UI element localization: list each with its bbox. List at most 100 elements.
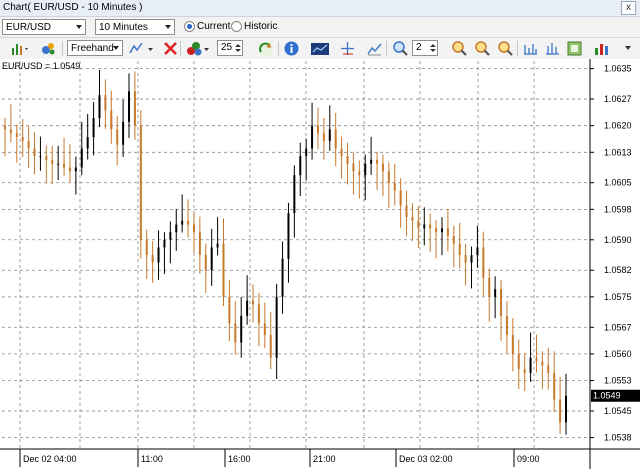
candle-body bbox=[63, 163, 66, 168]
toolbar-tools: Freehand 25 2 bbox=[0, 38, 640, 60]
zoom-stepper[interactable]: 2 bbox=[412, 40, 438, 56]
refresh-icon[interactable] bbox=[257, 40, 274, 57]
template-icon[interactable] bbox=[566, 40, 583, 57]
candle-body bbox=[216, 243, 219, 248]
candle-body bbox=[387, 171, 390, 183]
candle-body bbox=[535, 357, 538, 362]
delete-icon[interactable] bbox=[162, 40, 179, 57]
candle-body bbox=[541, 361, 544, 366]
zoom-fit-icon[interactable] bbox=[497, 40, 514, 57]
volume-icon[interactable] bbox=[593, 40, 610, 57]
candle-body bbox=[435, 228, 438, 233]
toolbar-divider bbox=[278, 41, 279, 56]
info-icon[interactable] bbox=[283, 40, 300, 57]
candle-body bbox=[476, 247, 479, 255]
candle-body bbox=[381, 163, 384, 172]
candle-body bbox=[299, 156, 302, 176]
candle-body bbox=[263, 323, 266, 335]
candle-body bbox=[464, 255, 467, 263]
y-tick-label: 1.0590 bbox=[604, 235, 632, 245]
candle-body bbox=[500, 289, 503, 316]
drawing-mode-select[interactable]: Freehand bbox=[67, 40, 123, 56]
crosshair-icon[interactable] bbox=[339, 40, 356, 57]
x-tick-label: 16:00 bbox=[228, 454, 251, 464]
window-title: Chart( EUR/USD - 10 Minutes ) bbox=[3, 2, 143, 13]
candle-body bbox=[393, 182, 396, 191]
candle-body bbox=[376, 159, 379, 164]
candle-body bbox=[234, 323, 237, 343]
chart-background bbox=[0, 59, 640, 472]
zoom-out-icon[interactable] bbox=[474, 40, 491, 57]
chevron-down-icon[interactable] bbox=[430, 49, 436, 52]
candle-body bbox=[116, 129, 119, 145]
chevron-down-icon bbox=[76, 25, 82, 29]
scale-icon[interactable] bbox=[522, 40, 539, 57]
close-button[interactable]: x bbox=[621, 1, 636, 15]
y-tick-label: 1.0635 bbox=[604, 64, 632, 74]
color-palette-icon[interactable] bbox=[186, 40, 212, 57]
candle-body bbox=[257, 304, 260, 324]
candle-body bbox=[346, 156, 349, 164]
y-tick-label: 1.0598 bbox=[604, 204, 632, 214]
chart-canvas[interactable]: 1.0635 1.0627 1.0620 1.0613 1.0605 1.0598 1.05… bbox=[0, 59, 640, 472]
bar-chart-icon[interactable] bbox=[10, 40, 28, 57]
y-tick-label: 1.0627 bbox=[604, 94, 632, 104]
candle-body bbox=[275, 296, 278, 358]
radio-current[interactable] bbox=[184, 21, 195, 32]
timeframe-select[interactable]: 10 Minutes bbox=[95, 19, 175, 35]
y-tick-label: 1.0553 bbox=[604, 376, 632, 386]
candle-body bbox=[57, 163, 60, 165]
candle-body bbox=[240, 315, 243, 343]
candle-body bbox=[446, 228, 449, 236]
candle-body bbox=[547, 365, 550, 373]
candle-body bbox=[198, 232, 201, 255]
zoom-icon[interactable] bbox=[392, 40, 409, 57]
chevron-down-icon[interactable] bbox=[622, 40, 636, 57]
trendline-icon[interactable] bbox=[366, 40, 383, 57]
chevron-up-icon[interactable] bbox=[430, 44, 436, 47]
line-width-stepper[interactable]: 25 bbox=[217, 40, 243, 56]
candle-body bbox=[169, 232, 172, 240]
chart-type-icon[interactable] bbox=[310, 40, 330, 57]
symbol-select[interactable]: EUR/USD bbox=[2, 19, 86, 35]
y-tick-label: 1.0620 bbox=[604, 121, 632, 131]
x-tick-label: Dec 03 02:00 bbox=[399, 454, 453, 464]
candle-body bbox=[68, 167, 71, 172]
candle-body bbox=[122, 121, 125, 145]
x-tick-label: 11:00 bbox=[141, 454, 163, 464]
candle-body bbox=[505, 315, 508, 335]
price-chart[interactable]: 1.0635 1.0627 1.0620 1.0613 1.0605 1.0598 1.05… bbox=[0, 59, 640, 472]
candle-body bbox=[488, 277, 491, 297]
drawing-mode-value: Freehand bbox=[71, 43, 114, 54]
candle-body bbox=[559, 399, 562, 423]
candle-body bbox=[175, 224, 178, 233]
drawing-tool-icon[interactable] bbox=[128, 40, 156, 57]
chevron-up-icon[interactable] bbox=[235, 44, 241, 47]
title-bar: Chart( EUR/USD - 10 Minutes ) x bbox=[0, 0, 640, 17]
radio-historic[interactable] bbox=[231, 21, 242, 32]
candle-body bbox=[352, 163, 355, 172]
candle-body bbox=[358, 171, 361, 176]
candle-body bbox=[181, 220, 184, 225]
scale-icon[interactable] bbox=[544, 40, 561, 57]
candle-body bbox=[15, 133, 18, 138]
candle-body bbox=[157, 247, 160, 263]
candle-body bbox=[51, 159, 54, 164]
candle-body bbox=[151, 255, 154, 263]
candle-body bbox=[334, 129, 337, 149]
indicators-icon[interactable] bbox=[40, 40, 57, 57]
toolbar-top: EUR/USD 10 Minutes Current Historic bbox=[0, 17, 640, 38]
candle-body bbox=[133, 91, 136, 126]
candle-body bbox=[553, 372, 556, 400]
candle-body bbox=[45, 156, 48, 160]
candle-body bbox=[252, 300, 255, 305]
candle-body bbox=[429, 224, 432, 229]
y-tick-label: 1.0582 bbox=[604, 265, 632, 275]
zoom-in-icon[interactable] bbox=[451, 40, 468, 57]
candle-body bbox=[411, 216, 414, 221]
symbol-value: EUR/USD bbox=[6, 22, 52, 33]
y-tick-label: 1.0567 bbox=[604, 322, 632, 332]
chevron-down-icon[interactable] bbox=[235, 49, 241, 52]
y-tick-label: 1.0560 bbox=[604, 349, 632, 359]
x-tick-label: 09:00 bbox=[517, 454, 540, 464]
